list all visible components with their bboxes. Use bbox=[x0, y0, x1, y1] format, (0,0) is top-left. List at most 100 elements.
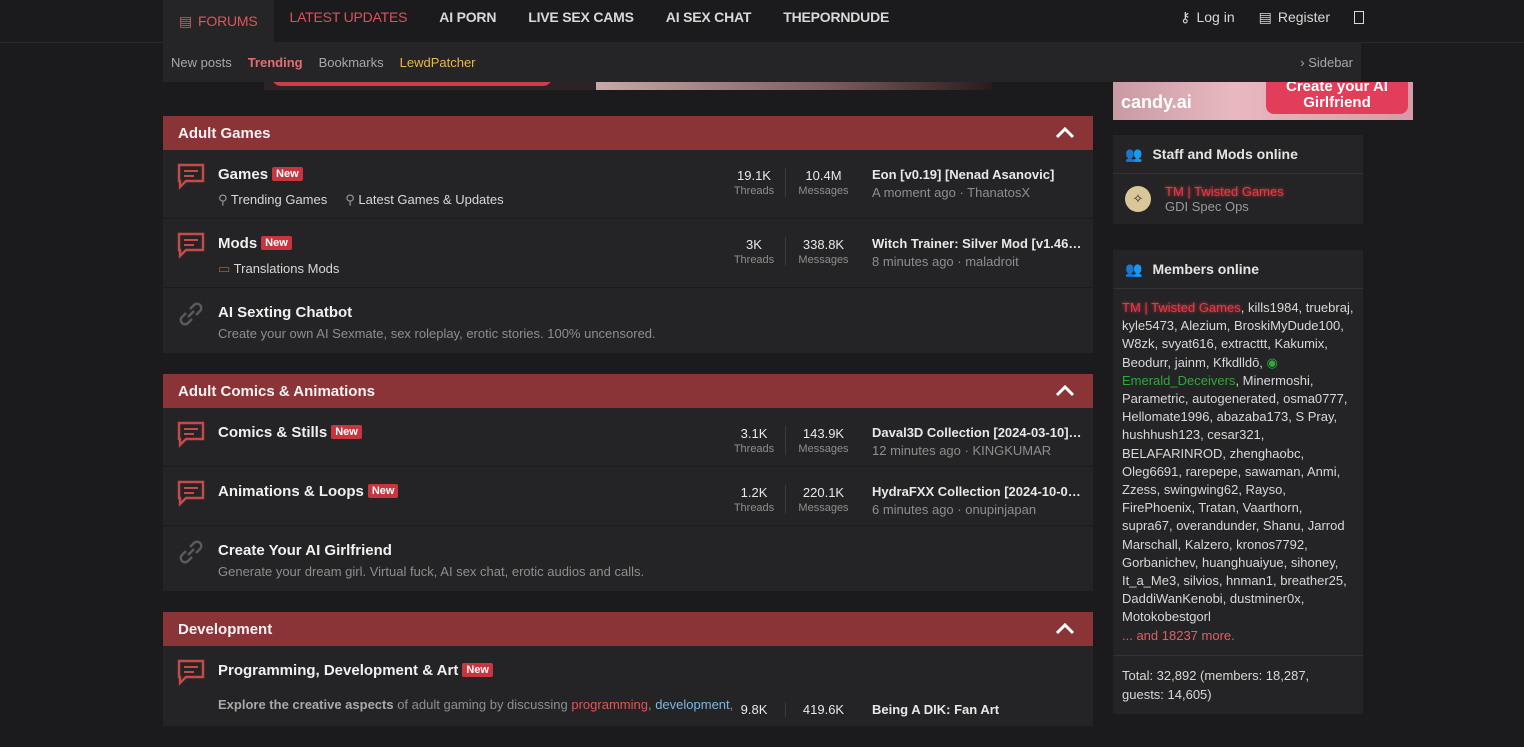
threads-label: Threads bbox=[733, 254, 775, 266]
forum-node[interactable]: Programming, Development & Art New Explor… bbox=[163, 646, 1093, 727]
chevron-up-icon[interactable] bbox=[1055, 124, 1075, 140]
forum-title[interactable]: Mods bbox=[218, 235, 257, 252]
threads-count: 1.2K bbox=[740, 485, 768, 500]
forum-node[interactable]: Create Your AI Girlfriend Generate your … bbox=[163, 526, 1093, 592]
tab-theporndude[interactable]: THEPORNDUDE bbox=[767, 0, 905, 34]
category-block: Adult Games Games New ⚲ Trending Games ⚲ … bbox=[163, 116, 1093, 354]
messages-label: Messages bbox=[798, 502, 849, 514]
new-badge: New bbox=[272, 167, 303, 181]
latest-thread-meta: 8 minutes ago · maladroit bbox=[872, 254, 1019, 269]
avatar[interactable]: ✧ bbox=[1125, 186, 1151, 212]
forum-node[interactable]: AI Sexting Chatbot Create your own AI Se… bbox=[163, 288, 1093, 354]
top-ad-banner[interactable] bbox=[264, 82, 992, 90]
forum-node[interactable]: Games New ⚲ Trending Games ⚲ Latest Games… bbox=[163, 150, 1093, 219]
forum-chat-icon bbox=[177, 421, 205, 448]
forum-list: Adult Games Games New ⚲ Trending Games ⚲ … bbox=[163, 116, 1093, 747]
threads-label: Threads bbox=[733, 502, 775, 514]
forum-icon: ▤ bbox=[179, 12, 193, 29]
forum-description: Generate your dream girl. Virtual fuck, … bbox=[218, 564, 645, 579]
forum-small-icon: ▭ bbox=[218, 261, 234, 276]
more-members-link[interactable]: ... and 18237 more. bbox=[1122, 628, 1235, 643]
tab-ai-porn[interactable]: AI PORN bbox=[423, 0, 512, 34]
clipboard-icon: ▤ bbox=[1258, 8, 1272, 25]
forum-node[interactable]: Comics & Stills New 3.1K Threads 143.9K Mes… bbox=[163, 408, 1093, 467]
members-list: TM | Twisted Games, kills1984, truebraj,… bbox=[1113, 289, 1363, 656]
latest-thread-title[interactable]: Eon [v0.19] [Nenad Asanovic] bbox=[872, 167, 1082, 182]
member-link[interactable]: TM | Twisted Games bbox=[1122, 300, 1241, 315]
tab-latest-updates[interactable]: LATEST UPDATES bbox=[274, 0, 424, 34]
latest-thread-title[interactable]: Witch Trainer: Silver Mod [v1.46.1... bbox=[872, 236, 1082, 251]
staff-role: GDI Spec Ops bbox=[1165, 199, 1249, 214]
forum-title[interactable]: Games bbox=[218, 166, 268, 183]
subforum-link[interactable]: ⚲ Trending Games bbox=[218, 192, 327, 208]
tab-ai-sex-chat[interactable]: AI SEX CHAT bbox=[650, 0, 767, 34]
sub-navigation: New posts Trending Bookmarks LewdPatcher… bbox=[163, 42, 1361, 82]
forum-chat-icon bbox=[177, 659, 205, 686]
forum-node[interactable]: Animations & Loops New 1.2K Threads 220.1K… bbox=[163, 467, 1093, 526]
chevron-up-icon[interactable] bbox=[1055, 620, 1075, 636]
staff-online-widget: 👥 Staff and Mods online ✧ TM | Twisted Ga… bbox=[1113, 135, 1363, 224]
chevron-right-icon: › bbox=[1300, 54, 1305, 70]
trending-link[interactable]: Trending bbox=[240, 55, 311, 70]
messages-label: Messages bbox=[798, 443, 849, 455]
messages-count: 143.9K bbox=[802, 426, 845, 441]
latest-thread-title[interactable]: Being A DIK: Fan Art bbox=[872, 702, 1082, 717]
forum-title[interactable]: Comics & Stills bbox=[218, 424, 327, 441]
category-header[interactable]: Development bbox=[163, 612, 1093, 646]
forum-description: Explore the creative aspects of adult ga… bbox=[218, 697, 734, 712]
category-header[interactable]: Adult Comics & Animations bbox=[163, 374, 1093, 408]
latest-thread-meta: 12 minutes ago · KINGKUMAR bbox=[872, 443, 1052, 458]
link-icon bbox=[179, 302, 203, 326]
messages-count: 10.4M bbox=[805, 168, 842, 183]
chevron-up-icon[interactable] bbox=[1055, 382, 1075, 398]
users-icon: 👥 bbox=[1125, 260, 1143, 277]
programming-link[interactable]: programming bbox=[571, 697, 648, 712]
latest-thread-title[interactable]: Daval3D Collection [2024-03-10] [... bbox=[872, 425, 1082, 440]
forum-node[interactable]: Mods New ▭ Translations Mods 3K Threads 33… bbox=[163, 219, 1093, 288]
tab-forums[interactable]: ▤ FORUMS bbox=[163, 0, 274, 42]
forum-title[interactable]: Create Your AI Girlfriend bbox=[218, 542, 392, 559]
latest-thread-title[interactable]: HydraFXX Collection [2024-10-04... bbox=[872, 484, 1082, 499]
new-badge: New bbox=[367, 484, 399, 498]
forum-chat-icon bbox=[177, 480, 205, 507]
link-icon: ⚲ bbox=[345, 192, 359, 207]
eye-icon: ◉ bbox=[1266, 354, 1278, 370]
subforum-link[interactable]: ▭ Translations Mods bbox=[218, 261, 339, 277]
new-badge: New bbox=[261, 236, 292, 250]
theme-toggle-icon[interactable] bbox=[1354, 10, 1364, 24]
threads-label: Threads bbox=[733, 443, 775, 455]
threads-count: 9.8K bbox=[740, 702, 768, 717]
messages-label: Messages bbox=[798, 185, 849, 197]
key-icon: ⚷ bbox=[1180, 8, 1191, 25]
ad-button bbox=[272, 82, 552, 86]
forum-chat-icon bbox=[177, 163, 205, 190]
ad-logo: candy.ai bbox=[1121, 92, 1192, 112]
bookmarks-link[interactable]: Bookmarks bbox=[311, 55, 392, 70]
link-icon: ⚲ bbox=[218, 192, 231, 207]
messages-count: 419.6K bbox=[802, 702, 845, 717]
forum-title[interactable]: Programming, Development & Art bbox=[218, 662, 458, 679]
login-link[interactable]: ⚷ Log in bbox=[1180, 9, 1234, 26]
forum-title[interactable]: Animations & Loops bbox=[218, 483, 364, 500]
latest-thread-meta: 6 minutes ago · onupinjapan bbox=[872, 502, 1037, 517]
new-posts-link[interactable]: New posts bbox=[163, 55, 240, 70]
sidebar-ad-banner[interactable]: candy.ai Create your AI Girlfriend bbox=[1113, 82, 1413, 120]
category-block: Development Programming, Development & A… bbox=[163, 612, 1093, 727]
category-header[interactable]: Adult Games bbox=[163, 116, 1093, 150]
threads-count: 3.1K bbox=[740, 426, 768, 441]
threads-count: 19.1K bbox=[737, 168, 771, 183]
lewdpatcher-link[interactable]: LewdPatcher bbox=[392, 55, 484, 70]
forum-title[interactable]: AI Sexting Chatbot bbox=[218, 304, 352, 321]
forum-chat-icon bbox=[177, 232, 205, 259]
sidebar-toggle[interactable]: › Sidebar bbox=[1300, 55, 1353, 70]
subforum-link[interactable]: ⚲ Latest Games & Updates bbox=[345, 192, 503, 208]
category-block: Adult Comics & Animations Comics & Still… bbox=[163, 374, 1093, 592]
online-total: Total: 32,892 (members: 18,287, guests: … bbox=[1122, 667, 1310, 702]
staff-username[interactable]: TM | Twisted Games bbox=[1165, 184, 1284, 199]
threads-label: Threads bbox=[733, 185, 775, 197]
link-icon bbox=[179, 540, 203, 564]
member-link[interactable]: Emerald_Deceivers bbox=[1122, 373, 1235, 388]
tab-live-sex-cams[interactable]: LIVE SEX CAMS bbox=[512, 0, 650, 34]
register-link[interactable]: ▤ Register bbox=[1259, 9, 1330, 26]
development-link[interactable]: development bbox=[655, 697, 729, 712]
